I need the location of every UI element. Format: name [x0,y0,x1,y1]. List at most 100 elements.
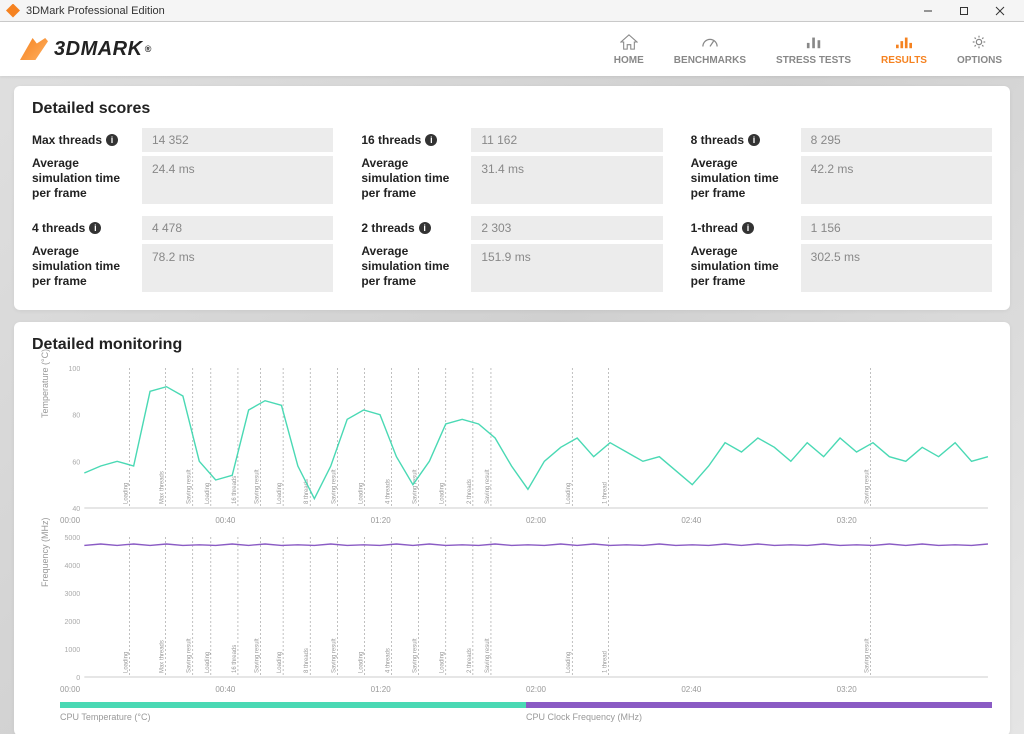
nav-home[interactable]: HOME [612,29,646,70]
close-button[interactable] [982,0,1018,22]
svg-text:2 threads: 2 threads [467,479,473,504]
nav-stress-tests[interactable]: STRESS TESTS [774,29,853,70]
svg-text:Loading: Loading [205,652,211,673]
gear-icon [969,33,989,51]
score-time-label: Average simulation time per frame [32,240,132,289]
brand-text: 3DMARK [54,38,143,61]
svg-text:60: 60 [72,459,80,466]
svg-text:3000: 3000 [65,591,81,598]
svg-text:Saving result: Saving result [254,469,260,504]
svg-text:Loading: Loading [566,483,572,504]
svg-text:80: 80 [72,413,80,420]
svg-text:16 threads: 16 threads [232,476,238,504]
legend-bar [60,702,992,708]
x-tick: 00:00 [60,516,215,525]
svg-text:1 thread: 1 thread [602,482,608,504]
info-icon[interactable]: i [425,134,437,146]
score-value: 11 162 [471,128,662,152]
svg-text:Loading: Loading [358,652,364,673]
app-icon [6,4,20,18]
svg-text:Loading: Loading [277,652,283,673]
app-header: 3DMARK ® HOME BENCHMARKS STRESS TESTS RE… [0,22,1024,76]
svg-text:0: 0 [76,675,80,681]
svg-text:Saving result: Saving result [864,469,870,504]
gauge-icon [700,33,720,51]
score-time-value: 42.2 ms [801,156,992,204]
score-time-label: Average simulation time per frame [32,152,132,201]
svg-text:2 threads: 2 threads [467,648,473,673]
svg-text:Saving result: Saving result [187,638,193,673]
bars-icon [804,33,824,51]
scores-title: Detailed scores [32,100,992,118]
svg-text:40: 40 [72,506,80,512]
info-icon[interactable]: i [419,222,431,234]
x-tick: 00:40 [215,685,370,694]
info-icon[interactable]: i [742,222,754,234]
svg-text:Saving result: Saving result [254,638,260,673]
score-block: 2 threads iAverage simulation time per f… [361,216,662,296]
temp-y-label: Temperature (°C) [40,349,50,418]
score-block: Max threads iAverage simulation time per… [32,128,333,208]
svg-text:8 threads: 8 threads [304,648,310,673]
brand-logo: 3DMARK ® [20,38,152,61]
nav-results[interactable]: RESULTS [879,29,929,70]
svg-text:Saving result: Saving result [187,469,193,504]
svg-text:Saving result: Saving result [413,469,419,504]
svg-text:4 threads: 4 threads [385,479,391,504]
svg-text:100: 100 [68,366,80,373]
x-tick: 02:40 [681,685,836,694]
score-label: 4 threads i [32,216,132,240]
score-value: 14 352 [142,128,333,152]
svg-text:Loading: Loading [277,483,283,504]
detailed-scores-panel: Detailed scores Max threads iAverage sim… [14,86,1010,310]
svg-text:Max threads: Max threads [160,471,166,504]
x-tick: 00:00 [60,685,215,694]
main-nav: HOME BENCHMARKS STRESS TESTS RESULTS OPT… [612,29,1004,70]
score-label: 16 threads i [361,128,461,152]
temperature-chart: Temperature (°C) 406080100LoadingMax thr… [60,364,992,512]
x-tick: 02:00 [526,685,681,694]
monitoring-title: Detailed monitoring [32,336,992,354]
nav-options[interactable]: OPTIONS [955,29,1004,70]
score-value: 2 303 [471,216,662,240]
score-time-label: Average simulation time per frame [691,152,791,201]
x-tick: 03:20 [837,685,992,694]
score-block: 4 threads iAverage simulation time per f… [32,216,333,296]
svg-text:Loading: Loading [358,483,364,504]
svg-text:8 threads: 8 threads [304,479,310,504]
svg-text:4 threads: 4 threads [385,648,391,673]
svg-text:16 threads: 16 threads [232,645,238,673]
x-tick: 01:20 [371,516,526,525]
score-value: 4 478 [142,216,333,240]
home-icon [619,33,639,51]
svg-text:Loading: Loading [205,483,211,504]
svg-text:Saving result: Saving result [485,638,491,673]
score-time-value: 302.5 ms [801,244,992,292]
logo-mark-icon [20,38,48,60]
info-icon[interactable]: i [106,134,118,146]
score-label: 8 threads i [691,128,791,152]
info-icon[interactable]: i [748,134,760,146]
results-icon [894,33,914,51]
svg-text:Saving result: Saving result [331,469,337,504]
minimize-button[interactable] [910,0,946,22]
svg-text:2000: 2000 [65,619,81,626]
score-block: 8 threads iAverage simulation time per f… [691,128,992,208]
score-time-value: 24.4 ms [142,156,333,204]
score-time-label: Average simulation time per frame [691,240,791,289]
score-label: 1-thread i [691,216,791,240]
svg-text:1 thread: 1 thread [602,651,608,673]
maximize-button[interactable] [946,0,982,22]
info-icon[interactable]: i [89,222,101,234]
nav-benchmarks[interactable]: BENCHMARKS [672,29,748,70]
score-time-label: Average simulation time per frame [361,240,461,289]
svg-text:Loading: Loading [440,483,446,504]
detailed-monitoring-panel: Detailed monitoring Temperature (°C) 40 6… [14,322,1010,734]
svg-text:Loading: Loading [123,483,129,504]
score-block: 1-thread iAverage simulation time per fr… [691,216,992,296]
x-tick: 01:20 [371,685,526,694]
clk-y-label: Frequency (MHz) [40,517,50,587]
x-tick: 00:40 [215,516,370,525]
score-block: 16 threads iAverage simulation time per … [361,128,662,208]
x-tick: 02:40 [681,516,836,525]
